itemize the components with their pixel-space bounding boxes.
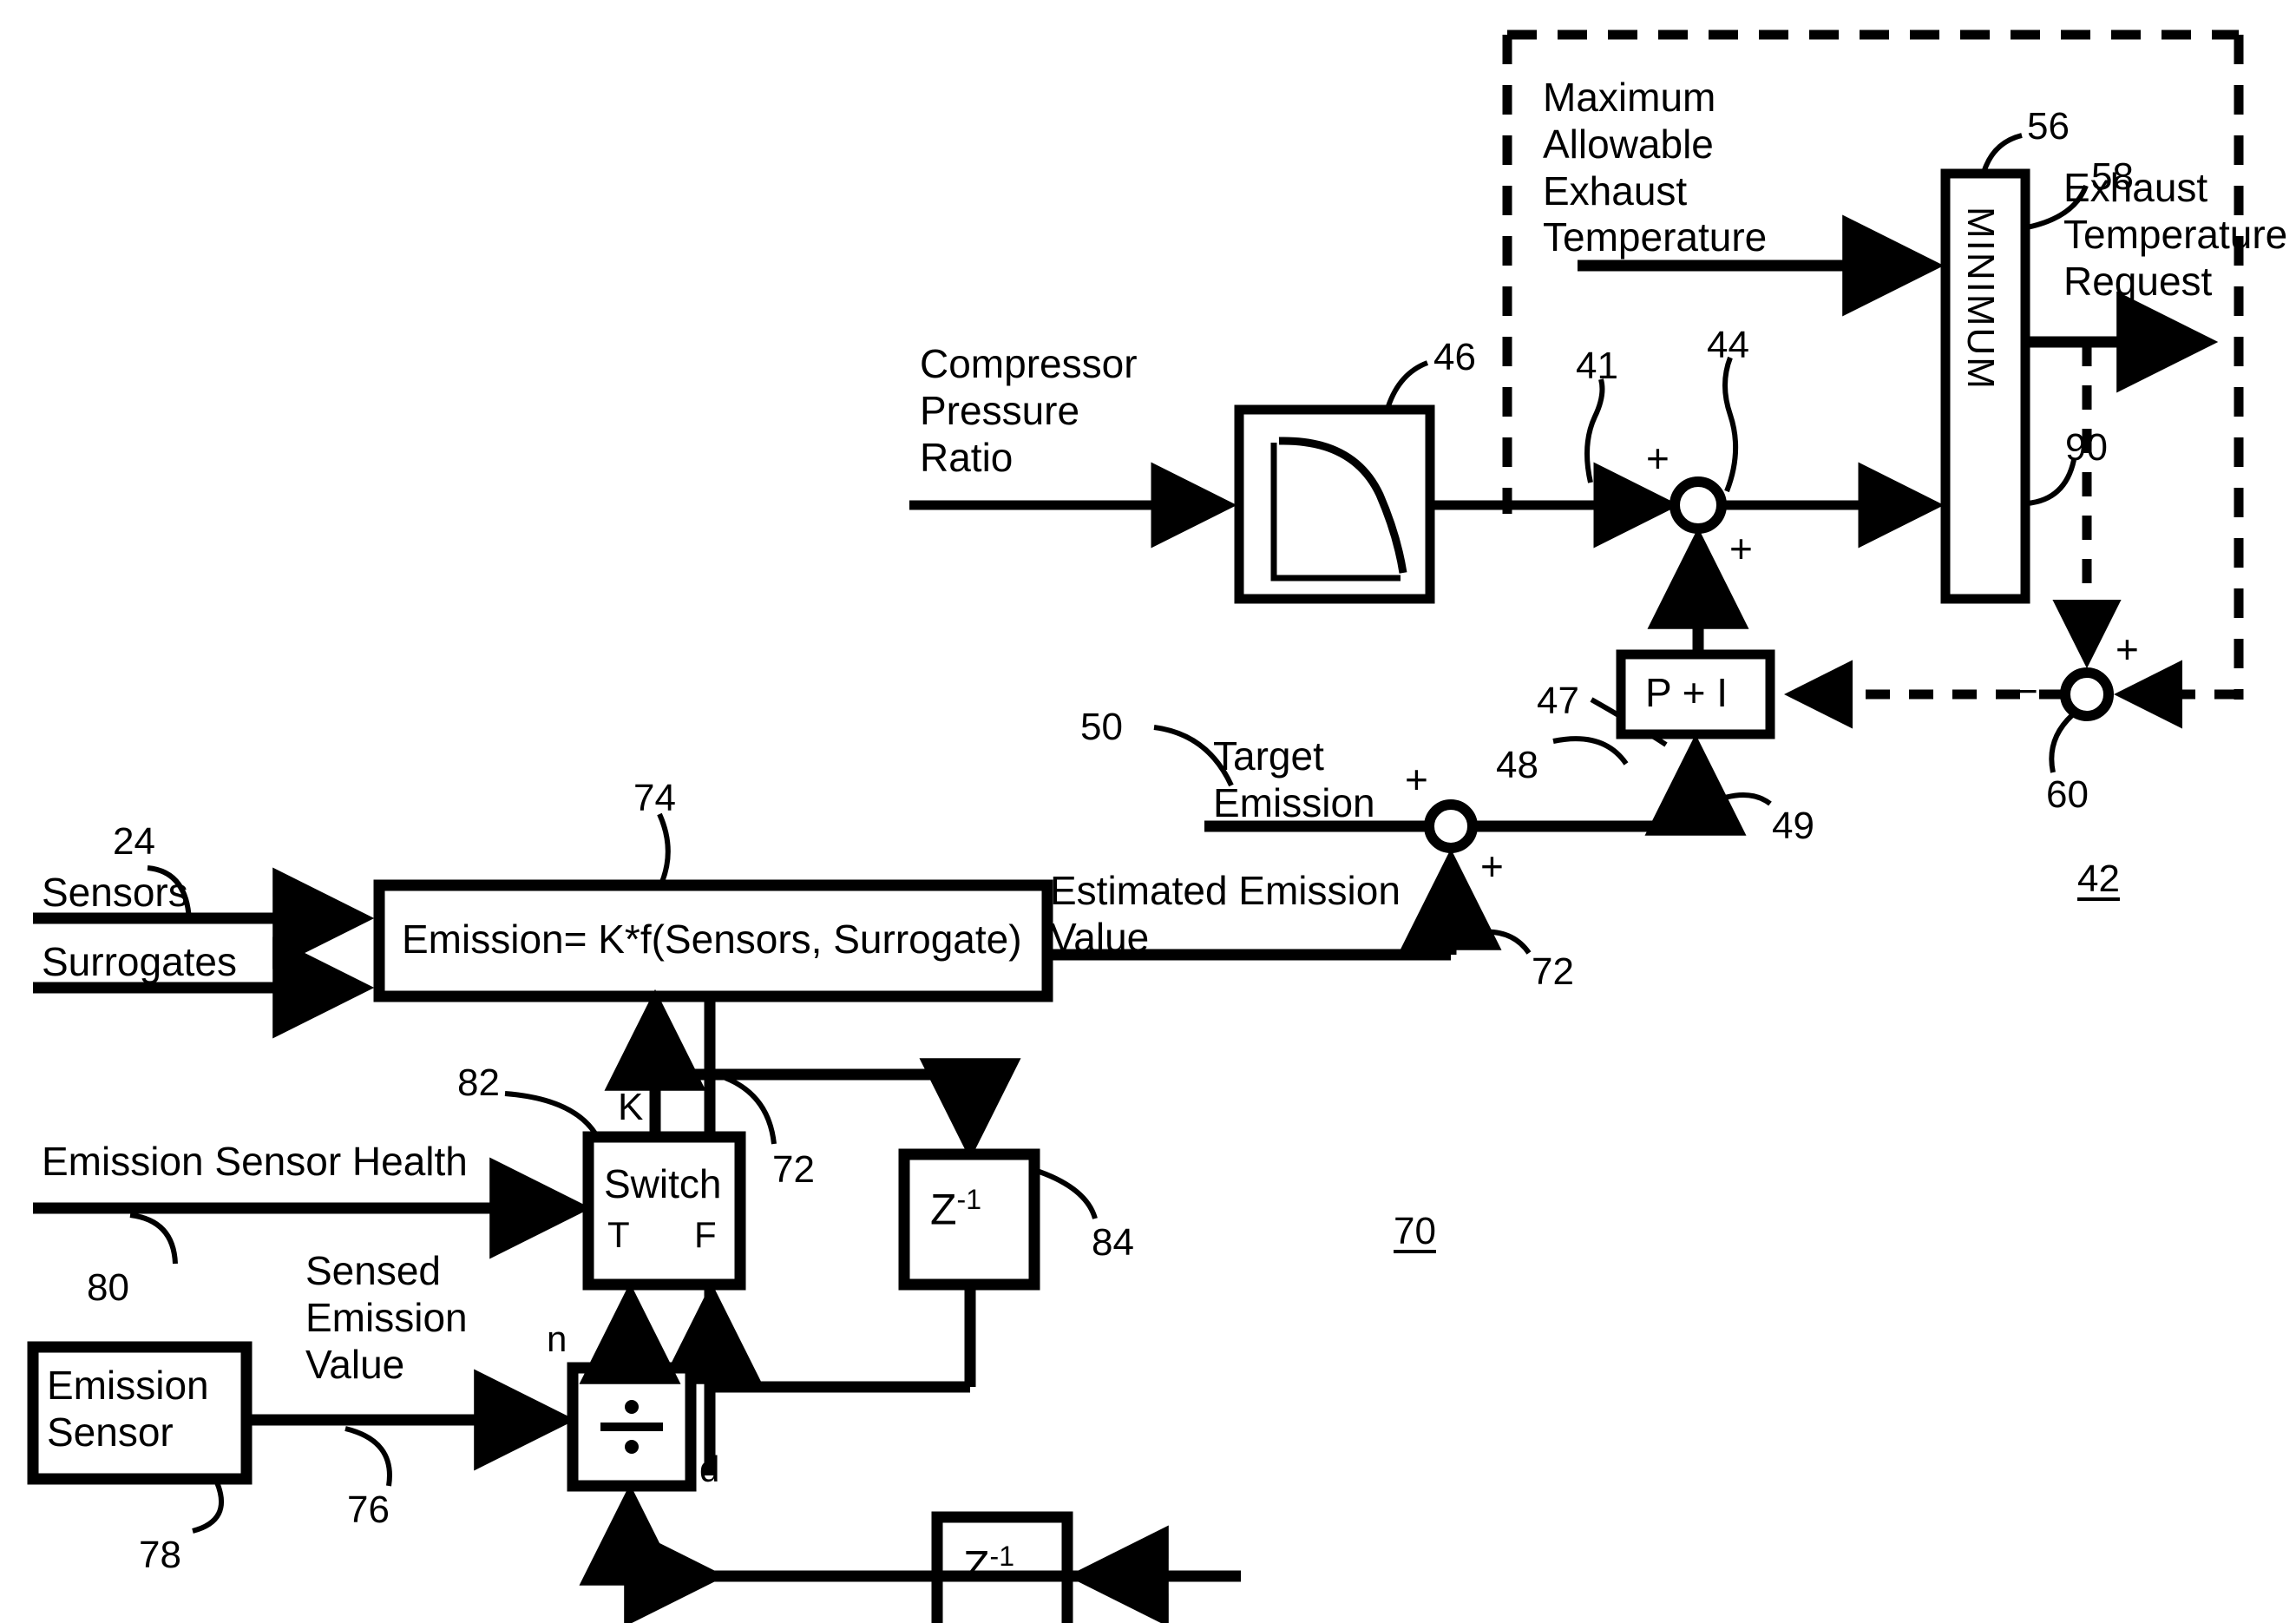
label-gain-k: K xyxy=(618,1086,644,1128)
sign-sum60-minus: − xyxy=(2015,668,2038,713)
delay-lower-base: Z xyxy=(963,1541,990,1591)
block-82-switch xyxy=(582,1131,746,1291)
label-switch: Switch xyxy=(604,1161,722,1206)
numeral-72a: 72 xyxy=(1532,950,1574,993)
numeral-90: 90 xyxy=(2065,426,2108,469)
numeral-80: 80 xyxy=(87,1266,129,1309)
numeral-76: 76 xyxy=(347,1488,390,1531)
numeral-46: 46 xyxy=(1433,336,1476,378)
label-delay-84: Z-1 xyxy=(930,1184,981,1235)
leader-76 xyxy=(344,1426,392,1487)
leader-84 xyxy=(1033,1167,1098,1219)
label-target-emission: Target Emission xyxy=(1213,733,1375,825)
numeral-24: 24 xyxy=(113,820,155,863)
sign-sum72-bottom-plus: + xyxy=(1480,844,1504,889)
leader-46 xyxy=(1386,360,1429,408)
delay-84-base: Z xyxy=(930,1185,957,1234)
numeral-42: 42 xyxy=(2077,857,2120,900)
label-numerator-n: n xyxy=(547,1318,567,1359)
label-surrogates: Surrogates xyxy=(42,939,238,984)
label-switch-true: T xyxy=(607,1214,630,1255)
label-sensed-emission-value: Sensed Emission Value xyxy=(305,1248,468,1387)
summing-junction-44 xyxy=(1670,476,1727,534)
leader-82 xyxy=(504,1091,598,1135)
divide-dot-top xyxy=(625,1400,639,1414)
numeral-44: 44 xyxy=(1707,324,1749,366)
sign-sum44-bottom-plus: + xyxy=(1729,526,1753,571)
numeral-78: 78 xyxy=(139,1534,181,1576)
label-delay-lower: Z-1 xyxy=(963,1541,1014,1592)
leader-48 xyxy=(1552,736,1629,766)
label-emission-sensor: Emission Sensor xyxy=(47,1363,209,1455)
numeral-84: 84 xyxy=(1092,1221,1134,1264)
leader-78 xyxy=(192,1481,225,1534)
numeral-70: 70 xyxy=(1394,1210,1436,1252)
summing-junction-60 xyxy=(2060,667,2114,721)
label-estimated-emission-value: Estimated Emission Value xyxy=(1050,868,1401,960)
numeral-48: 48 xyxy=(1496,744,1538,786)
leader-80 xyxy=(129,1212,178,1265)
numeral-41: 41 xyxy=(1576,345,1618,387)
leader-49 xyxy=(1706,792,1772,806)
patent-figure-canvas: Maximum Allowable Exhaust Temperature Ex… xyxy=(0,0,2296,1623)
leader-56 xyxy=(1982,133,2023,172)
delay-84-exponent: -1 xyxy=(956,1184,981,1215)
label-compressor-pressure-ratio: Compressor Pressure Ratio xyxy=(920,341,1138,480)
label-denominator-d: d xyxy=(699,1449,720,1489)
numeral-58: 58 xyxy=(2091,155,2134,198)
sign-sum60-plus: + xyxy=(2116,627,2139,672)
sign-sum72-top-plus: + xyxy=(1405,757,1428,802)
numeral-60: 60 xyxy=(2046,773,2089,816)
divide-dot-bottom xyxy=(625,1440,639,1454)
label-emission-sensor-health: Emission Sensor Health xyxy=(42,1139,468,1184)
summing-junction-72 xyxy=(1424,799,1478,853)
leader-44 xyxy=(1722,356,1739,493)
label-pi-controller: P + I xyxy=(1645,670,1729,715)
leader-74 xyxy=(657,812,671,884)
numeral-47: 47 xyxy=(1537,680,1579,722)
numeral-50: 50 xyxy=(1080,706,1123,748)
numeral-82: 82 xyxy=(457,1061,500,1104)
leader-41 xyxy=(1584,378,1605,483)
label-emission-model-formula: Emission= K*f(Sensors, Surrogate) xyxy=(402,917,1022,962)
numeral-56: 56 xyxy=(2027,105,2070,148)
label-sensors: Sensors xyxy=(42,870,188,915)
numeral-49: 49 xyxy=(1772,805,1814,847)
numeral-74: 74 xyxy=(633,777,676,819)
leader-60 xyxy=(2049,713,2075,773)
leader-72a xyxy=(1467,929,1532,955)
label-switch-false: F xyxy=(694,1214,717,1255)
label-minimum-block: MINIMUM xyxy=(1959,207,2002,391)
delay-lower-exponent: -1 xyxy=(989,1541,1014,1572)
sign-sum44-top-plus: + xyxy=(1646,436,1670,481)
numeral-72b: 72 xyxy=(772,1148,815,1191)
label-maximum-allowable-exhaust-temperature: Maximum Allowable Exhaust Temperature xyxy=(1543,75,1768,260)
